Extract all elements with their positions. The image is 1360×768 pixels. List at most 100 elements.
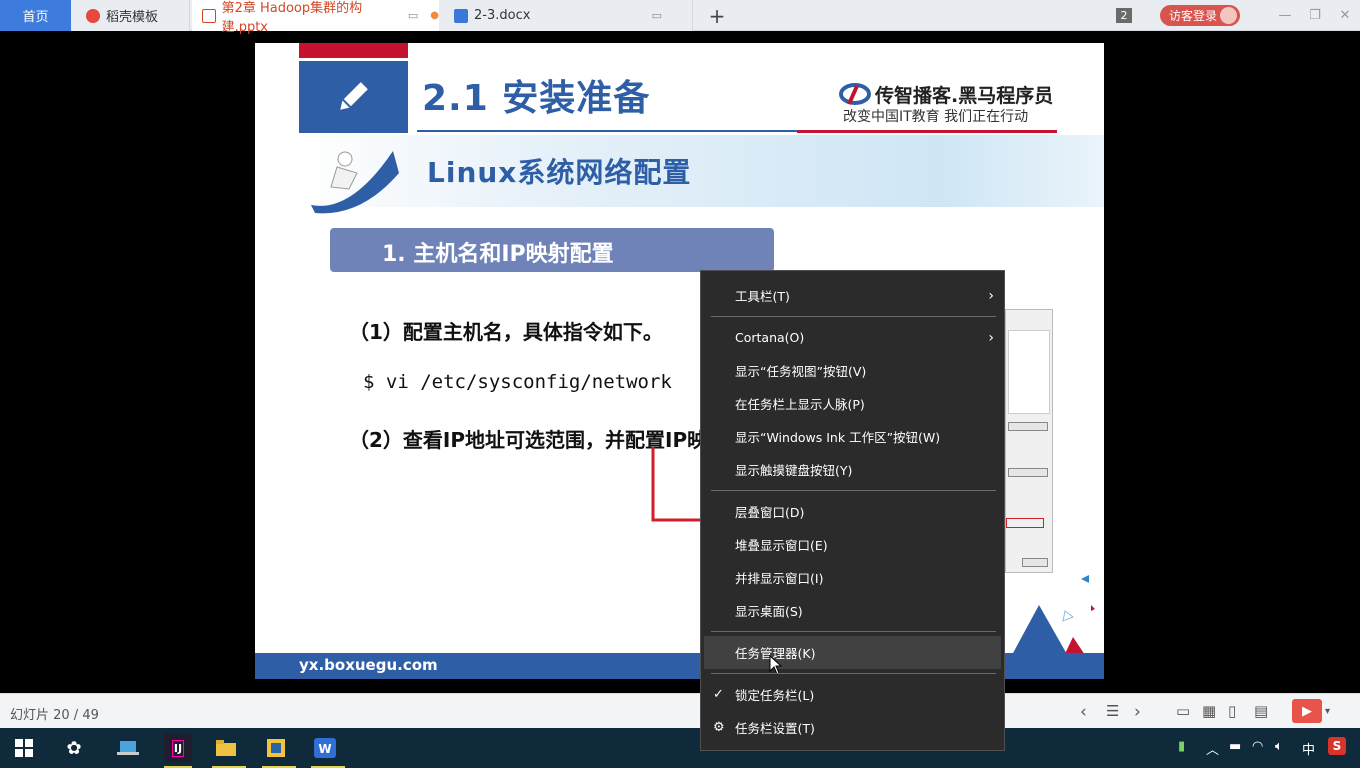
dialog-thumbnail (1005, 309, 1053, 573)
tab-bar: 首页 稻壳模板 第2章 Hadoop集群的构建.pptx ▭ ● 2-3.doc… (0, 0, 1360, 35)
tab-home-label: 首页 (22, 10, 49, 25)
window-count-badge[interactable]: 2 (1116, 8, 1132, 23)
visitor-login-button[interactable]: 访客登录 (1160, 5, 1240, 26)
minimize-icon[interactable]: — (1275, 5, 1295, 25)
tab-docx[interactable]: 2-3.docx ▭ (440, 0, 693, 31)
title-accent-bar (299, 43, 408, 58)
thumbnail-button (1022, 558, 1048, 567)
pinwheel-app-icon[interactable]: ✿ (60, 734, 88, 762)
network-status-icon[interactable]: ▬ (1229, 739, 1241, 754)
thumbnail-button (1008, 468, 1048, 477)
menu-item-people[interactable]: 在任务栏上显示人脉(P) (701, 387, 1004, 420)
outline-list-icon[interactable]: ☰ (1106, 702, 1119, 720)
word-icon (454, 8, 468, 23)
menu-item-cascade[interactable]: 层叠窗口(D) (701, 495, 1004, 528)
menu-item-label: 任务栏设置(T) (735, 721, 815, 736)
docer-icon (86, 8, 100, 23)
footer-url: yx.boxuegu.com (299, 656, 438, 674)
step-1-text: （1）配置主机名，具体指令如下。 (349, 320, 663, 344)
slide-title: 2.1 安装准备 (422, 78, 651, 119)
battery-icon[interactable]: ▮ (1178, 739, 1185, 754)
menu-separator (711, 490, 996, 491)
svg-text:W: W (318, 742, 331, 756)
surfer-arrow-icon (311, 151, 399, 214)
show-hidden-icons-chevron[interactable]: ︿ (1206, 739, 1219, 758)
reading-view-icon[interactable]: ▯ (1228, 702, 1236, 720)
tab-docer[interactable]: 稻壳模板 (72, 0, 190, 31)
menu-item-label: 显示“Windows Ink 工作区”按钮(W) (735, 430, 941, 445)
menu-item-label: 并排显示窗口(I) (735, 571, 824, 586)
wps-icon[interactable]: W (311, 734, 339, 762)
menu-item-show-desktop[interactable]: 显示桌面(S) (701, 594, 1004, 627)
menu-item-task-manager[interactable]: 任务管理器(K) (704, 636, 1001, 669)
window-icon[interactable]: ▭ (408, 9, 418, 22)
command-text: $ vi /etc/sysconfig/network (363, 371, 672, 393)
unsaved-dot-icon: ● (430, 10, 439, 21)
pencil-icon (340, 82, 368, 110)
ime-indicator[interactable]: 中 (1302, 739, 1315, 758)
menu-item-touch-keyboard[interactable]: 显示触摸键盘按钮(Y) (701, 453, 1004, 486)
menu-item-cortana[interactable]: Cortana(O) › (701, 321, 1004, 354)
tab-home[interactable]: 首页 (0, 0, 71, 31)
section-header: 1. 主机名和IP映射配置 (382, 242, 614, 267)
brand-slogan: 改变中国IT教育 我们正在行动 (843, 109, 1029, 125)
file-explorer-icon[interactable] (212, 734, 240, 762)
close-icon[interactable]: ✕ (1335, 5, 1355, 25)
tab-ppt-label: 第2章 Hadoop集群的构建.pptx (221, 0, 363, 35)
menu-item-label: 显示“任务视图”按钮(V) (735, 364, 867, 379)
taskbar-context-menu: 工具栏(T) › Cortana(O) › 显示“任务视图”按钮(V) 在任务栏… (700, 270, 1005, 751)
menu-item-taskbar-settings[interactable]: ⚙ 任务栏设置(T) (701, 711, 1004, 744)
menu-item-side-by-side[interactable]: 并排显示窗口(I) (701, 561, 1004, 594)
volume-icon[interactable]: 🔈︎ (1275, 739, 1283, 754)
sogou-input-icon[interactable]: S (1328, 737, 1346, 755)
menu-item-label: 层叠窗口(D) (735, 505, 805, 520)
menu-separator (711, 631, 996, 632)
tab-docx-label: 2-3.docx (474, 8, 531, 23)
title-underline-accent (797, 130, 1057, 133)
slide-counter: 幻灯片 20 / 49 (10, 708, 99, 723)
slide-sorter-icon[interactable]: ▦ (1202, 702, 1216, 720)
wifi-icon[interactable]: ◠ (1252, 739, 1263, 754)
menu-item-task-view-button[interactable]: 显示“任务视图”按钮(V) (701, 354, 1004, 387)
chevron-down-icon[interactable]: ▾ (1325, 706, 1330, 717)
new-tab-button[interactable]: + (708, 0, 726, 31)
prev-slide-icon[interactable]: ‹ (1080, 702, 1087, 722)
windows-start-icon[interactable] (10, 734, 38, 762)
ppt-icon (202, 8, 216, 23)
play-slideshow-button[interactable]: ▶ (1292, 699, 1322, 723)
intellij-icon[interactable]: IJ (164, 734, 192, 762)
menu-item-toolbars[interactable]: 工具栏(T) › (701, 279, 1004, 312)
menu-item-label: 工具栏(T) (735, 289, 790, 304)
tab-ppt[interactable]: 第2章 Hadoop集群的构建.pptx ▭ ● (192, 0, 439, 35)
menu-item-label: 在任务栏上显示人脉(P) (735, 397, 865, 412)
chevron-right-icon: › (988, 287, 994, 304)
menu-item-label: Cortana(O) (735, 330, 805, 345)
banner-title: Linux系统网络配置 (427, 156, 692, 189)
menu-item-label: 显示桌面(S) (735, 604, 803, 619)
brand-name: 传智播客.黑马程序员 (875, 85, 1054, 107)
thumbnail-list (1008, 330, 1050, 414)
menu-item-lock-taskbar[interactable]: ✓ 锁定任务栏(L) (701, 678, 1004, 711)
laptop-app-icon[interactable] (114, 734, 142, 762)
window-icon[interactable]: ▭ (652, 9, 662, 22)
tab-docer-label: 稻壳模板 (106, 10, 159, 25)
virtualbox-icon[interactable] (262, 734, 290, 762)
title-icon-block (299, 61, 408, 133)
section-banner (297, 135, 1104, 207)
menu-separator (711, 673, 996, 674)
menu-item-stack[interactable]: 堆叠显示窗口(E) (701, 528, 1004, 561)
mouse-cursor-icon (769, 655, 783, 675)
next-slide-icon[interactable]: › (1134, 702, 1141, 722)
chevron-right-icon: › (988, 329, 994, 346)
gear-icon: ⚙ (713, 720, 725, 735)
notes-view-icon[interactable]: ▤ (1254, 702, 1268, 720)
restore-icon[interactable]: ❐ (1305, 5, 1325, 25)
normal-view-icon[interactable]: ▭ (1176, 702, 1190, 720)
menu-item-label: 显示触摸键盘按钮(Y) (735, 463, 853, 478)
menu-item-windows-ink[interactable]: 显示“Windows Ink 工作区”按钮(W) (701, 420, 1004, 453)
brand-logo-icon (839, 83, 871, 105)
menu-item-label: 堆叠显示窗口(E) (735, 538, 828, 553)
checkmark-icon: ✓ (713, 687, 724, 702)
thumbnail-highlight (1006, 518, 1044, 528)
windows-taskbar: ✿ IJ W ▮ ︿ ▬ ◠ 🔈︎ 中 S (0, 728, 1360, 768)
